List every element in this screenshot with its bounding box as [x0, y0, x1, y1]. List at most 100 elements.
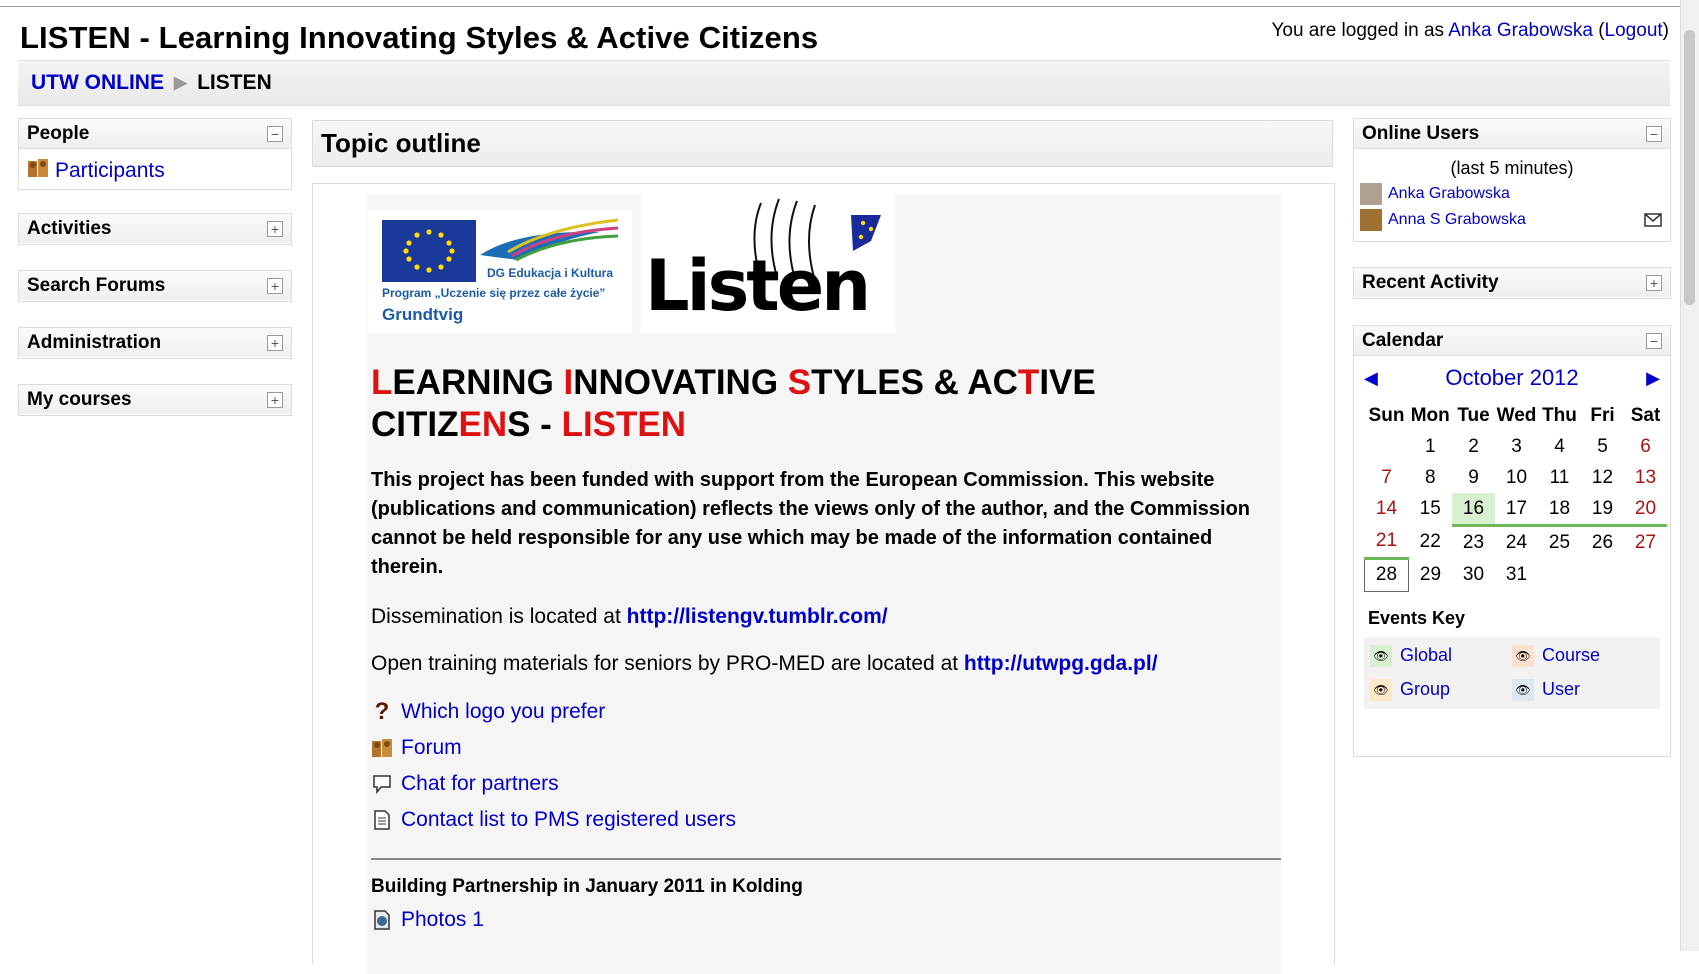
chat-link[interactable]: Chat for partners — [401, 772, 559, 796]
calendar-week-row: 1 2 3 4 5 6 — [1365, 431, 1668, 462]
calendar-day — [1365, 431, 1409, 462]
calendar-day-event[interactable]: 16 — [1452, 493, 1495, 527]
expand-toggle-icon[interactable]: + — [267, 334, 283, 351]
calendar-day: 14 — [1375, 498, 1398, 520]
resource-list: ? Which logo you prefer Forum Chat for p… — [371, 694, 1281, 838]
calendar-day: 21 — [1364, 525, 1409, 560]
list-item: Anka Grabowska — [1360, 183, 1670, 205]
calendar-month-link[interactable]: October 2012 — [1445, 365, 1578, 391]
contact-list-link[interactable]: Contact list to PMS registered users — [401, 808, 736, 832]
expand-toggle-icon[interactable]: + — [267, 220, 283, 237]
calendar-week-row: 7 8 9 10 11 12 13 — [1365, 462, 1668, 493]
calendar-weekday-row: Sun Mon Tue Wed Thu Fri Sat — [1365, 400, 1668, 431]
calendar-day: 15 — [1419, 498, 1441, 520]
calendar-day — [1538, 558, 1581, 591]
vertical-scrollbar[interactable] — [1680, 0, 1699, 951]
calendar-day: 13 — [1634, 466, 1657, 488]
calendar-week-row: 28 29 30 31 — [1364, 557, 1668, 592]
message-envelope-icon[interactable] — [1644, 213, 1662, 232]
scrollbar-thumb[interactable] — [1684, 30, 1695, 305]
calendar-day — [1624, 558, 1667, 591]
online-users-title: Online Users — [1362, 122, 1480, 144]
online-user-link[interactable]: Anka Grabowska — [1388, 185, 1510, 203]
calendar-month-nav: ◀ October 2012 ▶ — [1354, 356, 1670, 400]
calendar-day: 12 — [1591, 466, 1614, 488]
collapse-toggle-icon[interactable]: − — [1646, 125, 1662, 142]
page-title: LISTEN - Learning Innovating Styles & Ac… — [20, 20, 819, 55]
calendar-day: 8 — [1424, 466, 1436, 488]
user-link[interactable]: Anka Grabowska — [1448, 20, 1593, 41]
question-icon: ? — [374, 698, 390, 725]
login-prefix: You are logged in as — [1271, 20, 1449, 41]
title-letter-t: T — [1017, 363, 1040, 402]
events-key-course-link[interactable]: Course — [1542, 645, 1600, 666]
expand-toggle-icon[interactable]: + — [1646, 274, 1662, 291]
participants-row: Participants — [19, 149, 291, 193]
activities-block-header[interactable]: Activities + — [19, 214, 291, 243]
calendar-day: 4 — [1554, 435, 1565, 457]
title-part: CITIZ — [371, 405, 459, 444]
events-key-user-link[interactable]: User — [1542, 679, 1580, 700]
forum-icon — [371, 737, 393, 759]
list-item: Contact list to PMS registered users — [371, 802, 1281, 838]
search-forums-block-header[interactable]: Search Forums + — [19, 271, 291, 300]
events-key-group: 👁 Group — [1370, 678, 1512, 701]
online-user-link[interactable]: Anna S Grabowska — [1388, 211, 1526, 229]
dissemination-paragraph: Dissemination is located at http://liste… — [371, 605, 1281, 629]
administration-block-header[interactable]: Administration + — [19, 328, 291, 357]
recent-activity-title: Recent Activity — [1362, 271, 1499, 293]
events-key-user: 👁 User — [1512, 678, 1654, 701]
calendar-day: 1 — [1424, 435, 1436, 457]
forum-link[interactable]: Forum — [401, 736, 462, 760]
expand-toggle-icon[interactable]: + — [267, 391, 283, 408]
administration-block-title: Administration — [27, 331, 162, 353]
photo-page-icon — [371, 909, 393, 931]
my-courses-block-header[interactable]: My courses + — [19, 385, 291, 414]
next-month-arrow-icon[interactable]: ▶ — [1646, 368, 1660, 389]
dissemination-link[interactable]: http://listengv.tumblr.com/ — [627, 605, 888, 628]
recent-activity-header[interactable]: Recent Activity + — [1354, 268, 1670, 297]
collapse-toggle-icon[interactable]: − — [267, 125, 283, 142]
expand-toggle-icon[interactable]: + — [267, 277, 283, 294]
calendar-day: 25 — [1548, 531, 1571, 553]
top-border — [0, 6, 1690, 7]
logout-link[interactable]: Logout — [1605, 20, 1663, 41]
section-divider — [371, 858, 1281, 860]
avatar — [1360, 209, 1382, 231]
calendar-day: 24 — [1505, 531, 1528, 553]
calendar-block: Calendar − ◀ October 2012 ▶ Sun Mon Tue … — [1353, 325, 1671, 757]
section-title: Building Partnership in January 2011 in … — [371, 876, 803, 897]
calendar-today: 28 — [1364, 557, 1409, 592]
my-courses-block-title: My courses — [27, 388, 132, 410]
calendar-day: 10 — [1505, 466, 1528, 488]
calendar-day: 22 — [1419, 530, 1441, 552]
choice-link[interactable]: Which logo you prefer — [401, 700, 605, 724]
events-key: 👁 Global 👁 Course 👁 Group 👁 User — [1364, 636, 1660, 709]
photos-link[interactable]: Photos 1 — [401, 908, 484, 932]
title-part: TYLES & AC — [811, 363, 1018, 402]
search-forums-block: Search Forums + — [18, 270, 292, 302]
calendar-week-row: 14 15 16 17 18 19 20 — [1365, 493, 1667, 527]
calendar-day: 18 — [1538, 493, 1581, 527]
title-letter-l: L — [371, 363, 393, 402]
dissemination-text: Dissemination is located at — [371, 605, 627, 628]
calendar-title: Calendar — [1362, 329, 1444, 351]
events-key-global-link[interactable]: Global — [1400, 645, 1452, 666]
prev-month-arrow-icon[interactable]: ◀ — [1364, 368, 1378, 389]
participants-icon — [27, 157, 49, 185]
events-key-group-link[interactable]: Group — [1400, 679, 1450, 700]
collapse-toggle-icon[interactable]: − — [1646, 332, 1662, 349]
training-link[interactable]: http://utwpg.gda.pl/ — [964, 652, 1158, 675]
calendar-grid: Sun Mon Tue Wed Thu Fri Sat 1 2 3 4 5 6 … — [1364, 400, 1667, 592]
recent-activity-block: Recent Activity + — [1353, 267, 1671, 299]
administration-block: Administration + — [18, 327, 292, 359]
events-key-title: Events Key — [1368, 607, 1466, 628]
participants-link[interactable]: Participants — [55, 159, 165, 183]
breadcrumb-home-link[interactable]: UTW ONLINE — [31, 71, 164, 95]
breadcrumb-current: LISTEN — [197, 71, 272, 94]
events-key-global: 👁 Global — [1370, 644, 1512, 667]
calendar-day: 9 — [1468, 466, 1479, 488]
main-content: LEARNING INNOVATING STYLES & ACTIVE CITIZ… — [371, 192, 1281, 938]
project-title: LEARNING INNOVATING STYLES & ACTIVE CITIZ… — [371, 362, 1281, 446]
breadcrumb: UTW ONLINE ▶ LISTEN — [18, 60, 1670, 106]
